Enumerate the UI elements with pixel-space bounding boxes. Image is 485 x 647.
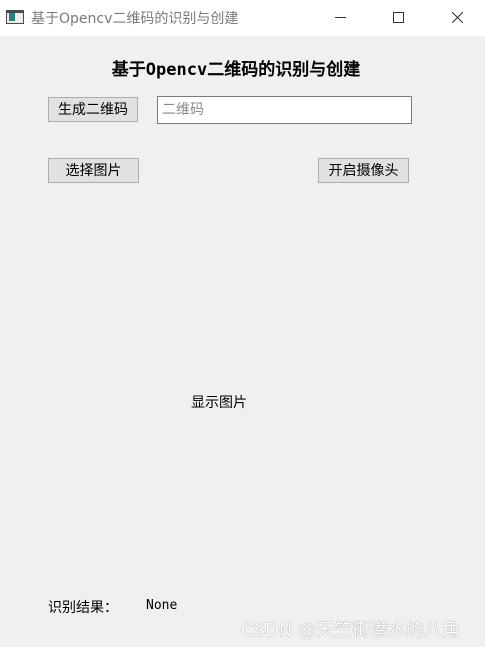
result-label: 识别结果：: [48, 600, 118, 616]
maximize-button[interactable]: [375, 0, 421, 34]
title-bar: 基于Opencv二维码的识别与创建: [0, 0, 485, 36]
generate-qr-button[interactable]: 生成二维码: [48, 97, 138, 122]
app-window-icon: [6, 10, 24, 24]
watermark-text: CSDN @天竺街潜水的八角: [241, 620, 461, 641]
close-button[interactable]: [434, 0, 480, 34]
maximize-icon: [393, 12, 404, 23]
window-title: 基于Opencv二维码的识别与创建: [31, 11, 239, 27]
qr-text-input[interactable]: [157, 96, 412, 124]
select-image-button[interactable]: 选择图片: [48, 158, 139, 183]
page-heading: 基于Opencv二维码的识别与创建: [111, 60, 361, 80]
minimize-icon: [335, 17, 346, 18]
open-camera-button[interactable]: 开启摄像头: [318, 158, 409, 183]
minimize-button[interactable]: [317, 0, 363, 34]
result-value: None: [146, 598, 178, 613]
image-display-label: 显示图片: [191, 395, 247, 411]
close-icon: [452, 12, 463, 23]
